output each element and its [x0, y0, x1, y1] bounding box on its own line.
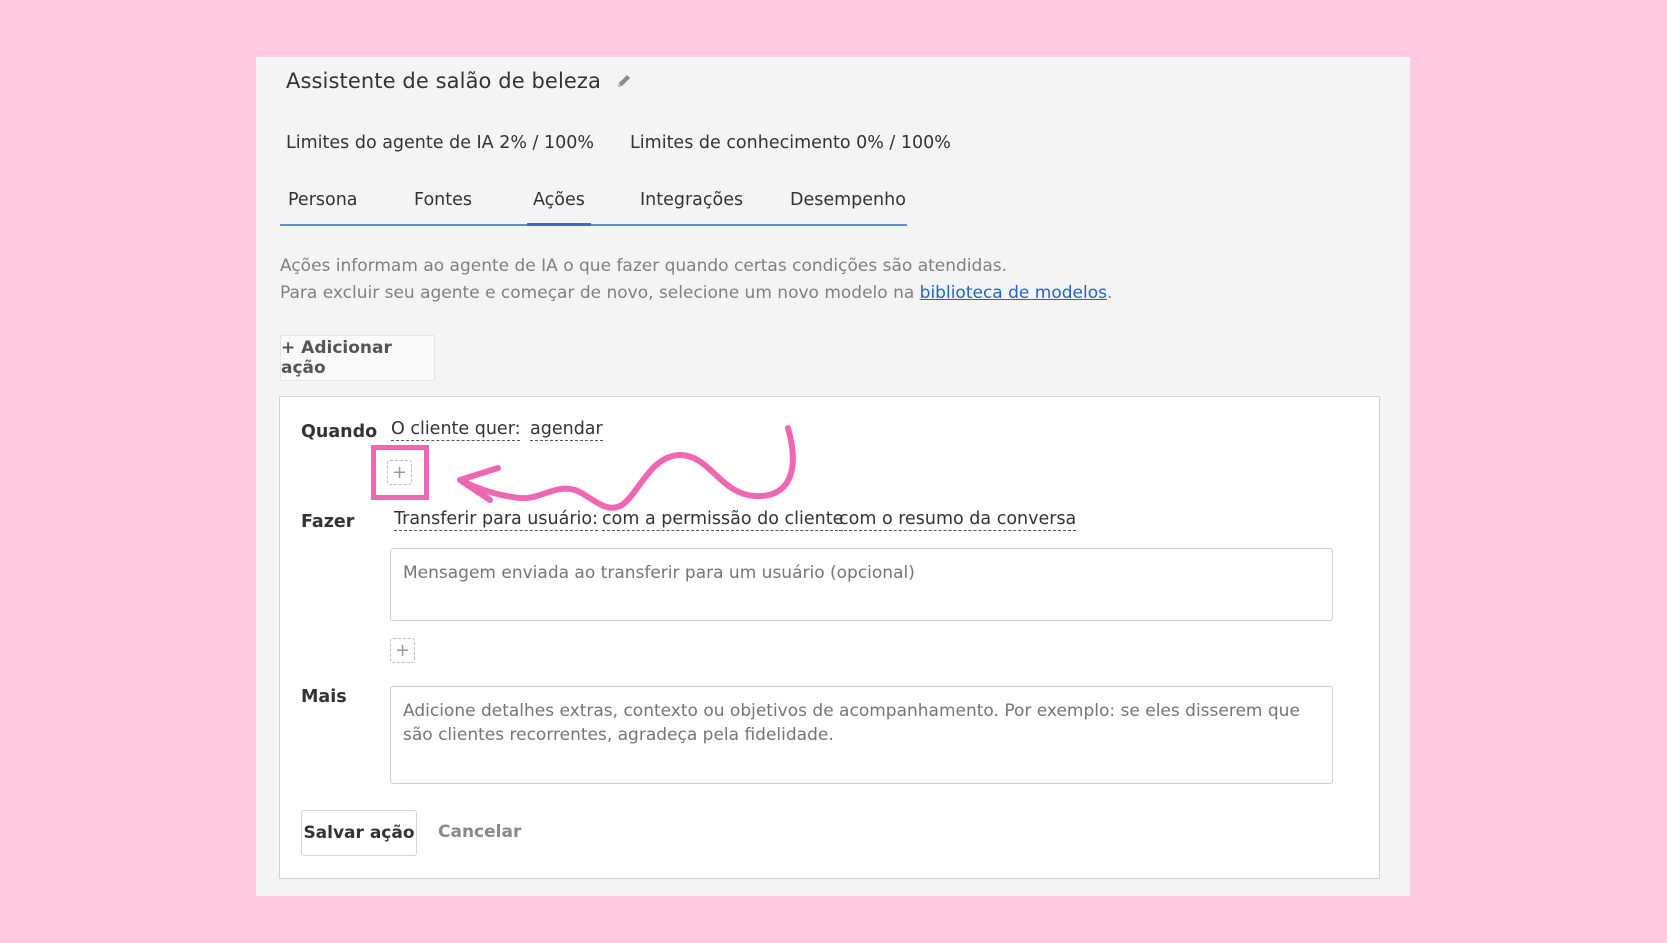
ai-agent-limit: Limites do agente de IA 2% / 100%: [286, 133, 595, 153]
description-line-1: Ações informam ao agente de IA o que faz…: [280, 256, 1007, 276]
do-action-selector[interactable]: Transferir para usuário:: [394, 509, 598, 531]
actions-description: Ações informam ao agente de IA o que faz…: [280, 253, 1112, 307]
more-label: Mais: [301, 687, 347, 707]
pencil-icon[interactable]: [615, 72, 633, 90]
description-line-2: Para excluir seu agente e começar de nov…: [280, 280, 1112, 307]
tab-bar: Persona Fontes Ações Integrações Desempe…: [280, 184, 907, 226]
tab-fontes[interactable]: Fontes: [414, 190, 472, 220]
template-library-link[interactable]: biblioteca de modelos: [920, 283, 1107, 303]
conversation-summary-option[interactable]: com o resumo da conversa: [839, 509, 1077, 531]
annotation-highlight-box: [371, 445, 429, 500]
do-label: Fazer: [301, 512, 355, 532]
cancel-button[interactable]: Cancelar: [438, 822, 521, 842]
when-value-selector[interactable]: agendar: [530, 419, 603, 441]
customer-permission-option[interactable]: com a permissão do cliente: [602, 509, 844, 531]
tab-desempenho[interactable]: Desempenho: [790, 190, 906, 220]
when-label: Quando: [301, 422, 378, 442]
transfer-message-field[interactable]: [390, 548, 1333, 621]
limits-row: Limites do agente de IA 2% / 100% Limite…: [286, 133, 951, 153]
agent-panel: Assistente de salão de beleza Limites do…: [256, 57, 1410, 896]
description-period: .: [1106, 283, 1113, 303]
when-condition-selector[interactable]: O cliente quer:: [391, 419, 521, 441]
save-action-button[interactable]: Salvar ação: [301, 810, 417, 856]
tab-acoes[interactable]: Ações: [527, 190, 591, 226]
action-card: Quando O cliente quer: agendar + Fazer T…: [279, 396, 1380, 879]
description-line-2-text: Para excluir seu agente e começar de nov…: [280, 283, 920, 303]
tab-integracoes[interactable]: Integrações: [640, 190, 743, 220]
title-row: Assistente de salão de beleza: [286, 69, 633, 93]
add-step-icon[interactable]: +: [390, 638, 415, 663]
agent-title: Assistente de salão de beleza: [286, 69, 601, 93]
tab-persona[interactable]: Persona: [288, 190, 358, 220]
extra-details-field[interactable]: [390, 686, 1333, 784]
knowledge-limit: Limites de conhecimento 0% / 100%: [630, 133, 951, 153]
add-action-button[interactable]: + Adicionar ação: [280, 335, 435, 381]
